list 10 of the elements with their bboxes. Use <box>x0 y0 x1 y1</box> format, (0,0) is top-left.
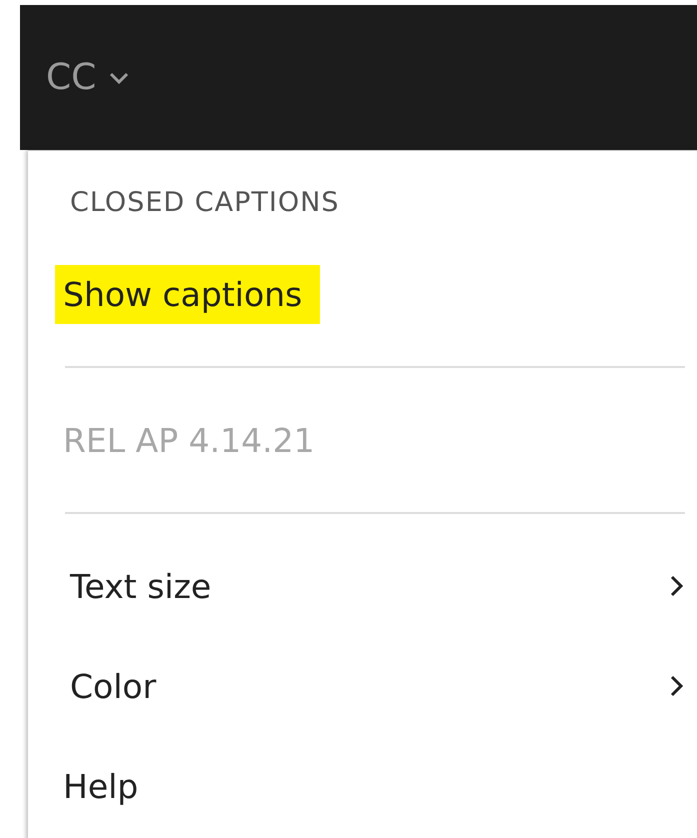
submenu-item[interactable]: Color <box>65 636 685 736</box>
chevron-down-icon <box>108 70 130 84</box>
chevron-right-icon <box>669 574 685 598</box>
captions-button[interactable]: CC <box>46 57 130 98</box>
menu-item[interactable]: Show captions <box>55 264 320 324</box>
chevron-right-icon <box>669 674 685 698</box>
menu-item: REL AP 4.14.21 <box>62 420 316 462</box>
submenu-item[interactable]: Text size <box>65 536 685 636</box>
menu-item[interactable]: Help <box>55 756 156 816</box>
menu-header: CLOSED CAPTIONS <box>70 187 340 218</box>
